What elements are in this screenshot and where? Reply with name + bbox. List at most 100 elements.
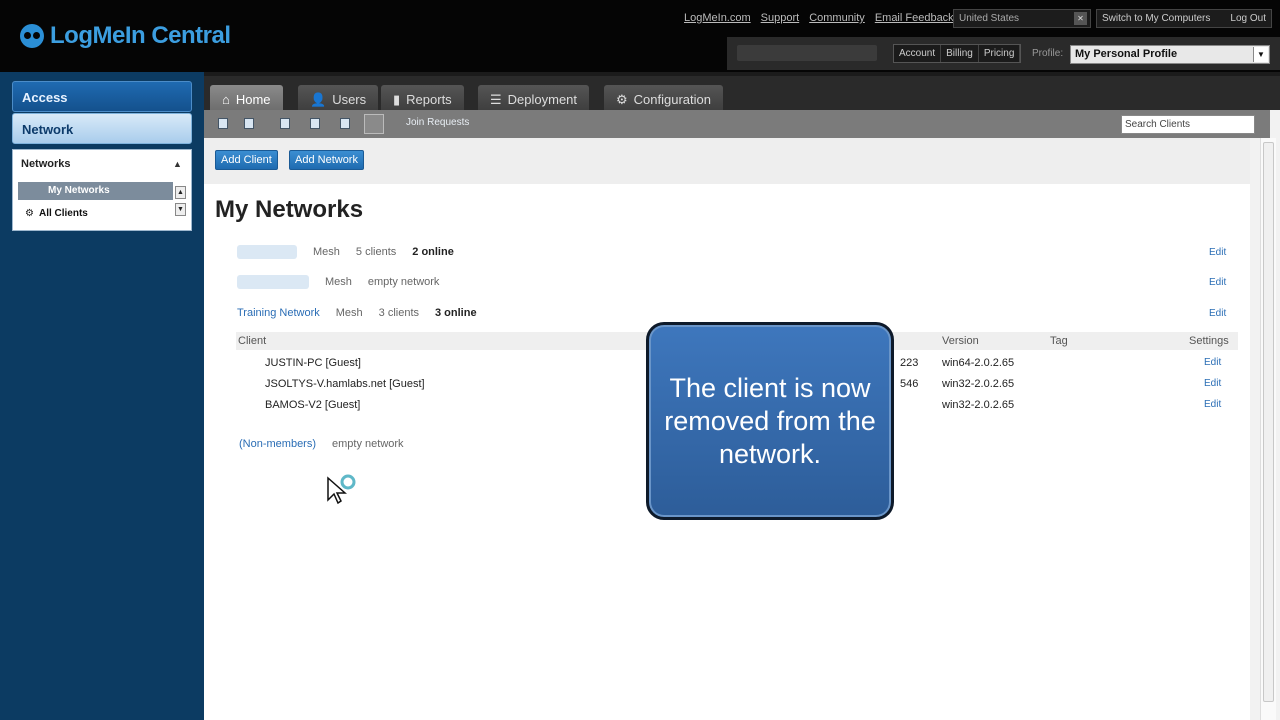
scroll-up-icon[interactable]: ▲ (175, 186, 186, 199)
network-row: Mesh empty network (237, 274, 439, 290)
mouse-cursor-icon (327, 474, 356, 505)
client-version: win32-2.0.2.65 (942, 378, 1015, 390)
sidebar: Access Network Networks ▲ My Networks ⚙ … (0, 72, 204, 720)
scroll-down-icon[interactable]: ▼ (175, 203, 186, 216)
sidebar-item-my-networks[interactable]: My Networks (18, 182, 173, 200)
col-settings[interactable]: Settings (1189, 335, 1229, 347)
edit-network-link[interactable]: Edit (1209, 308, 1226, 319)
network-row: Training Network Mesh 3 clients 3 online (237, 305, 477, 321)
chart-icon: ▮ (393, 91, 401, 107)
billing-link[interactable]: Billing (941, 45, 979, 62)
tutorial-callout: The client is now removed from the netwo… (646, 322, 894, 520)
networks-panel-title: Networks (21, 158, 71, 170)
toolbar: Join Requests Search Clients (204, 110, 1270, 138)
col-client[interactable]: Client (238, 335, 266, 347)
client-name: JUSTIN-PC [Guest] (265, 357, 361, 369)
network-row: Mesh 5 clients 2 online (237, 244, 454, 260)
non-members-status: empty network (332, 438, 404, 450)
profile-label: Profile: (1032, 48, 1064, 59)
tab-label: Reports (406, 92, 452, 107)
sidebar-network-tab[interactable]: Network (12, 113, 192, 144)
panel-scrollbar[interactable]: ▲ ▼ (175, 186, 186, 218)
add-network-button[interactable]: Add Network (289, 150, 364, 170)
tab-label: Home (235, 92, 271, 107)
search-clients-input[interactable]: Search Clients (1121, 115, 1255, 134)
link-logmein[interactable]: LogMeIn.com (684, 12, 751, 24)
blurred-user-field (737, 45, 877, 61)
move-icon[interactable] (310, 118, 320, 129)
blurred-network-name[interactable] (237, 245, 297, 259)
non-members-link[interactable]: (Non-members) (239, 438, 316, 450)
switch-computers-link[interactable]: Switch to My Computers (1102, 13, 1210, 24)
scroll-thumb[interactable] (1263, 142, 1274, 702)
network-online: 2 online (412, 246, 454, 258)
new-icon[interactable] (218, 118, 228, 129)
edit-network-link[interactable]: Edit (1209, 247, 1226, 258)
account-links: Account Billing Pricing (893, 44, 1022, 63)
profile-select[interactable]: My Personal Profile ▼ (1070, 45, 1270, 64)
client-version: win32-2.0.2.65 (942, 399, 1015, 411)
client-partial-value: 546 (900, 378, 919, 390)
switch-bar: Switch to My Computers Log Out (1096, 9, 1272, 28)
network-type: Mesh (313, 246, 340, 258)
edit-client-link[interactable]: Edit (1204, 399, 1221, 410)
sidebar-item-label: All Clients (38, 208, 88, 219)
tab-bar: ⌂ Home 👤 Users ▮ Reports ☰ Deployment ⚙ … (204, 72, 1280, 114)
network-clients: 3 clients (378, 307, 419, 319)
join-requests-link[interactable]: Join Requests (406, 117, 469, 128)
list-icon[interactable] (340, 118, 350, 129)
deployment-icon: ☰ (490, 91, 502, 107)
edit-client-link[interactable]: Edit (1204, 378, 1221, 389)
client-name: JSOLTYS-V.hamlabs.net [Guest] (265, 378, 425, 390)
dropdown-arrow-icon: ✕ (1074, 12, 1087, 25)
main-scrollbar[interactable] (1260, 138, 1276, 720)
network-online: 3 online (435, 307, 477, 319)
tab-label: Deployment (507, 92, 578, 107)
user-icon: 👤 (310, 91, 327, 107)
clients-icon: ⚙ (25, 208, 34, 219)
tab-label: Users (332, 92, 367, 107)
header-links: LogMeIn.com Support Community Email Feed… (684, 12, 954, 24)
link-email-feedback[interactable]: Email Feedback (875, 12, 954, 24)
account-link[interactable]: Account (894, 45, 942, 62)
sub-header: Account Billing Pricing Profile: My Pers… (727, 37, 1280, 70)
client-name: BAMOS-V2 [Guest] (265, 399, 361, 411)
pricing-link[interactable]: Pricing (979, 45, 1021, 62)
network-type: Mesh (335, 307, 363, 319)
collapse-caret-icon[interactable]: ▲ (173, 159, 182, 169)
chevron-down-icon: ▼ (1253, 47, 1268, 62)
link-community[interactable]: Community (809, 12, 865, 24)
edit-network-link[interactable]: Edit (1209, 277, 1226, 288)
edit-client-link[interactable]: Edit (1204, 357, 1221, 368)
non-members-row: (Non-members) empty network (239, 438, 404, 450)
callout-text: The client is now removed from the netwo… (664, 372, 876, 469)
gear-icon: ⚙ (616, 91, 628, 107)
link-support[interactable]: Support (761, 12, 800, 24)
add-client-button[interactable]: Add Client (215, 150, 278, 170)
copy-icon[interactable] (280, 118, 290, 129)
sidebar-item-all-clients[interactable]: ⚙ All Clients (25, 208, 88, 219)
top-header: LogMeIn Central LogMeIn.com Support Comm… (0, 0, 1280, 72)
network-type: Mesh (325, 276, 352, 288)
tab-label: Configuration (633, 92, 711, 107)
blurred-network-name[interactable] (237, 275, 309, 289)
networks-panel: Networks ▲ My Networks ⚙ All Clients ▲ ▼ (12, 149, 192, 231)
network-clients: 5 clients (355, 246, 397, 258)
sidebar-access-tab[interactable]: Access (12, 81, 192, 112)
network-name-link[interactable]: Training Network (237, 307, 320, 319)
page-title: My Networks (215, 196, 364, 223)
logmein-logo-icon (20, 24, 44, 48)
country-select[interactable]: United States ✕ (953, 9, 1091, 28)
action-bar: Add Client Add Network (204, 138, 1250, 184)
logo-text: LogMeIn Central (50, 22, 231, 49)
client-partial-value: 223 (900, 357, 919, 369)
logo[interactable]: LogMeIn Central (20, 22, 231, 50)
logout-link[interactable]: Log Out (1230, 13, 1266, 24)
client-version: win64-2.0.2.65 (942, 357, 1015, 369)
home-icon: ⌂ (222, 92, 230, 107)
view-toggle-icon[interactable] (364, 114, 384, 134)
col-version[interactable]: Version (942, 335, 979, 347)
col-tag[interactable]: Tag (1050, 335, 1068, 347)
save-icon[interactable] (244, 118, 254, 129)
country-value: United States (959, 13, 1020, 24)
